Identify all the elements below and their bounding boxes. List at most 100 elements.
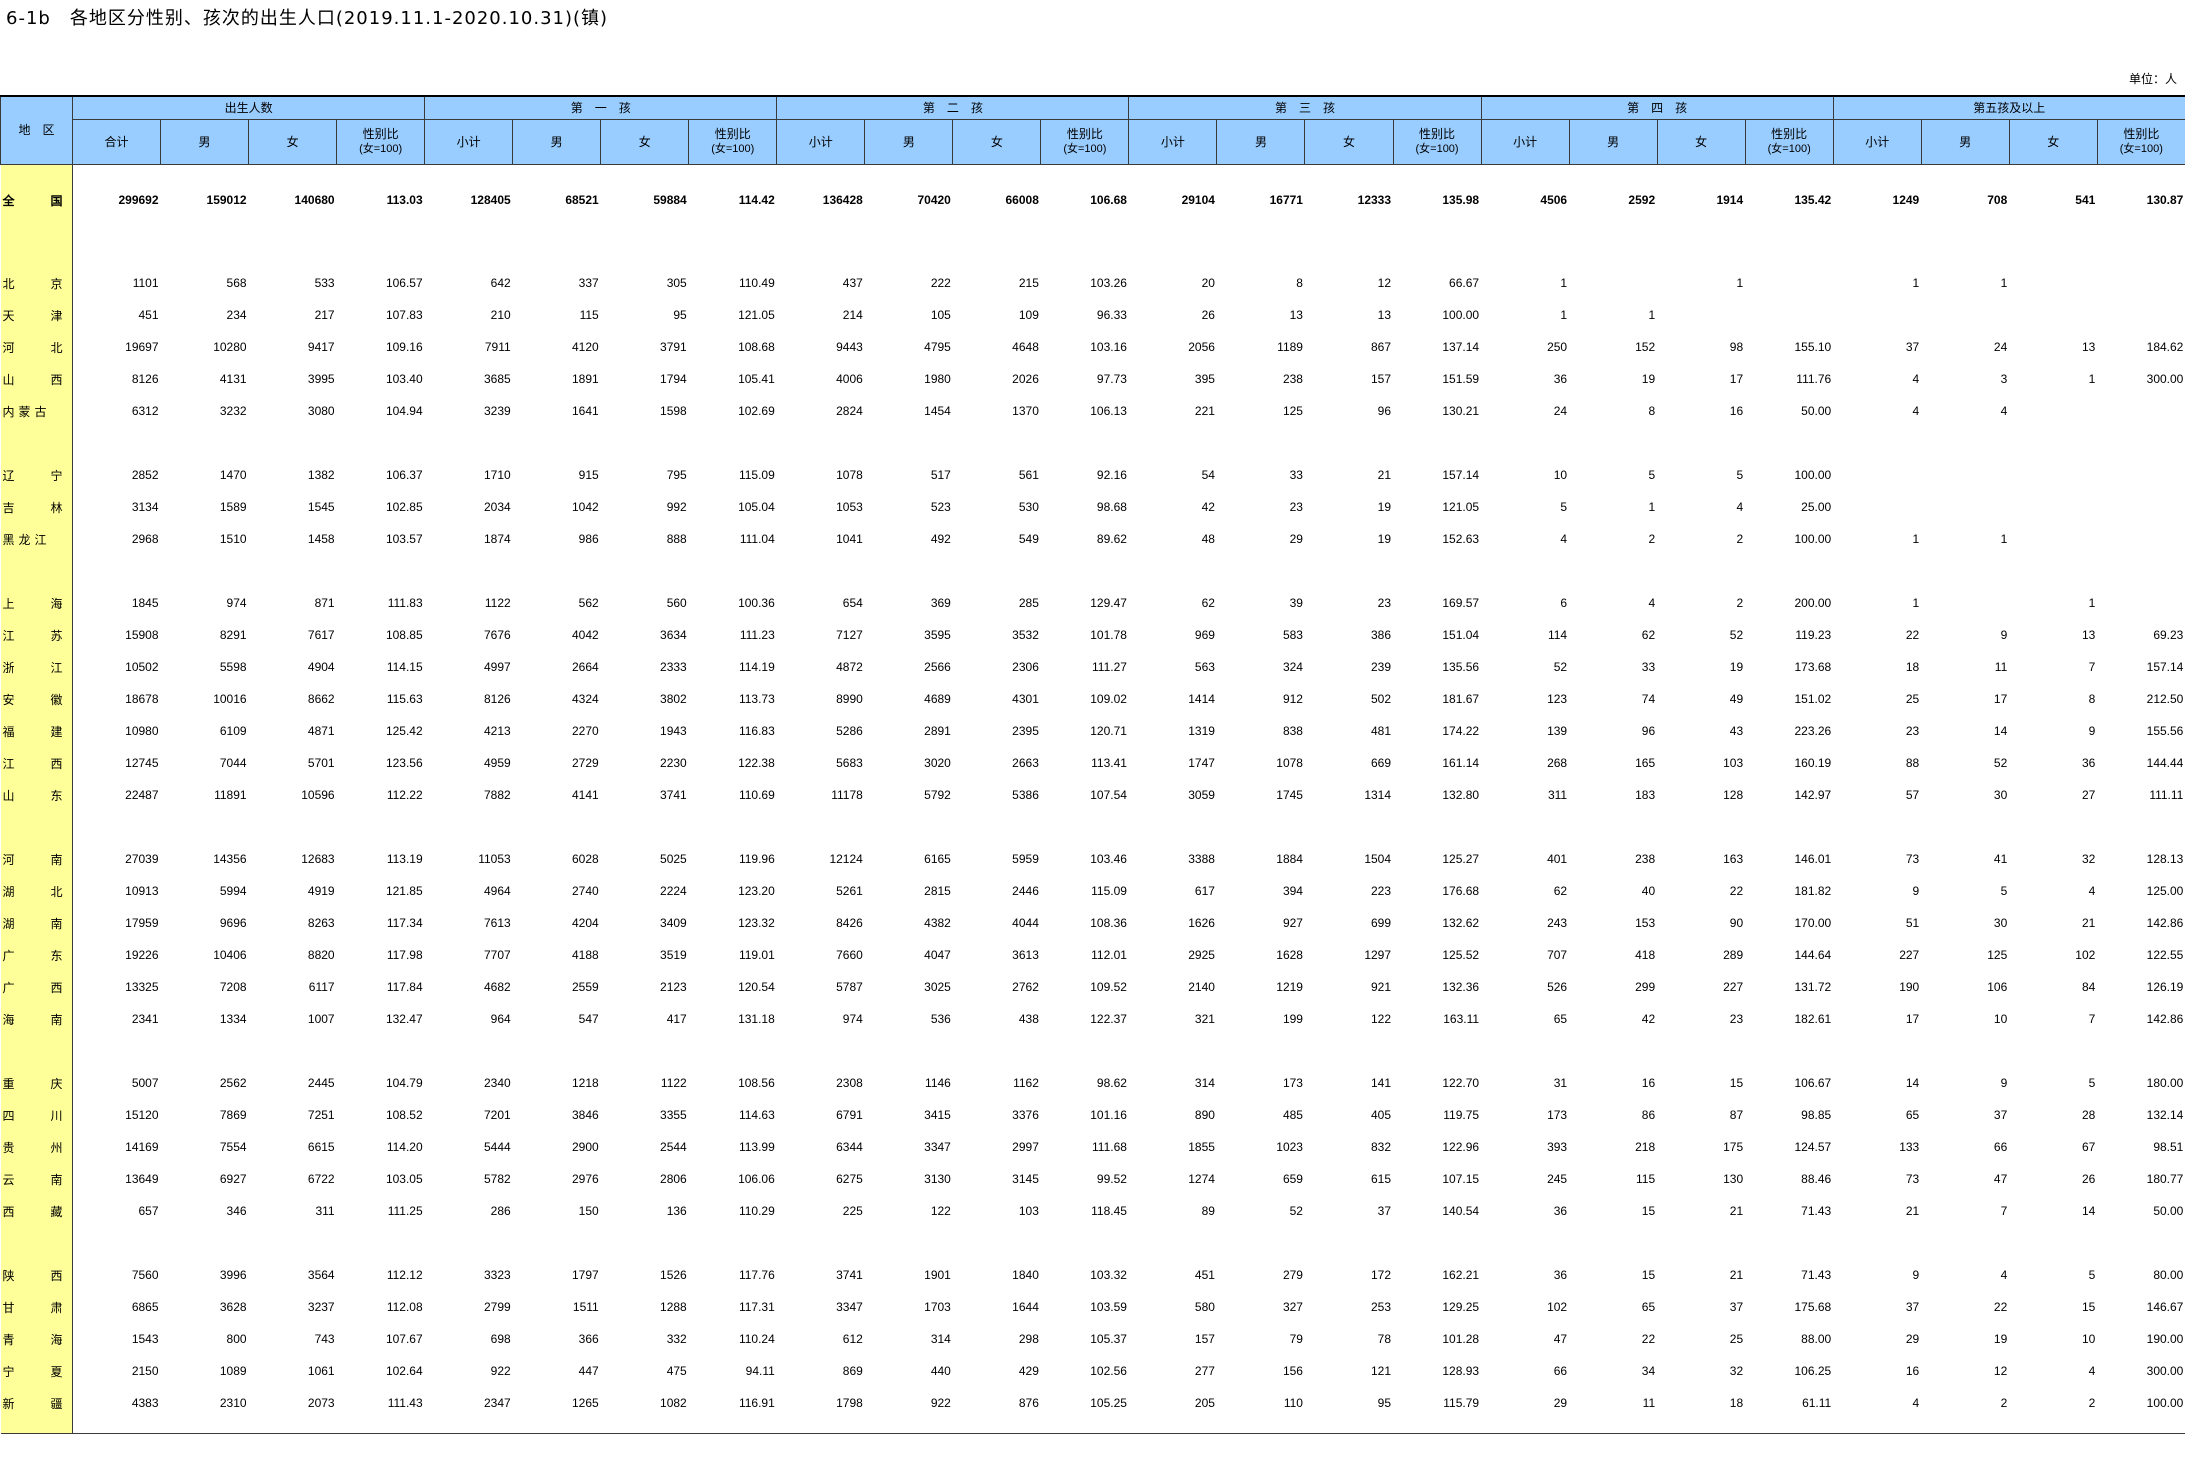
- table-cell: 1641: [572, 404, 599, 418]
- table-cell: 163.11: [1443, 1012, 1480, 1026]
- table-cell: 1710: [483, 468, 511, 482]
- table-cell: 48: [1201, 532, 1215, 546]
- table-cell: 15: [1641, 1204, 1656, 1218]
- table-cell: 126.19: [2146, 980, 2184, 994]
- table-cell: 888: [666, 532, 687, 546]
- table-cell: 28: [2081, 1108, 2096, 1122]
- table-cell: 523: [930, 500, 951, 514]
- table-cell: 1458: [307, 532, 335, 546]
- table-cell: 921: [1370, 980, 1392, 994]
- table-cell: 969: [1194, 628, 1215, 642]
- table-cell: 160.19: [1794, 756, 1832, 770]
- table-cell: 100.00: [1794, 532, 1832, 546]
- table-cell: 108.36: [1090, 916, 1127, 930]
- table-cell: 4301: [1012, 692, 1039, 706]
- table-cell: 142.97: [1794, 788, 1832, 802]
- sex-ratio-note: (女=100): [2119, 143, 2163, 155]
- table-cell: 6791: [836, 1108, 863, 1122]
- table-cell: 125: [1282, 404, 1303, 418]
- table-cell: 128405: [470, 193, 511, 207]
- table-cell: 59884: [653, 193, 687, 207]
- table-cell: 115.09: [738, 468, 775, 482]
- group-header: 第 三 孩: [1128, 95, 1482, 120]
- region-name: 江 西: [0, 747, 73, 779]
- table-cell: 95: [1377, 1396, 1392, 1410]
- table-cell: 8820: [307, 948, 335, 962]
- table-cell: 1628: [1276, 948, 1303, 962]
- table-cell: 612: [842, 1332, 863, 1346]
- table-cell: 238: [1635, 852, 1656, 866]
- table-cell: 708: [1987, 193, 2008, 207]
- table-cell: 1007: [307, 1012, 335, 1026]
- table-cell: 80.00: [2153, 1268, 2184, 1282]
- table-cell: 103.57: [385, 532, 423, 546]
- table-cell: 314: [1194, 1076, 1215, 1090]
- row-spacer: [72, 1419, 2185, 1434]
- table-cell: 5994: [219, 884, 247, 898]
- table-cell: 1: [1560, 276, 1568, 290]
- table-cell: 151.04: [1442, 628, 1480, 642]
- table-cell: 10016: [213, 692, 247, 706]
- table-cell: 22: [1905, 628, 1920, 642]
- table-cell: 502: [1370, 692, 1392, 706]
- table-cell: 324: [1282, 660, 1303, 674]
- table-cell: 5286: [836, 724, 863, 738]
- table-cell: 560: [666, 596, 687, 610]
- table-cell: [2009, 459, 2097, 491]
- table-cell: 122.96: [1442, 1140, 1480, 1154]
- table-cell: 10502: [125, 660, 159, 674]
- table-cell: 135.56: [1442, 660, 1480, 674]
- table-row: 山 东 22487 11891 10596 112.22 7882 4141 3741 110.…: [0, 779, 2185, 811]
- table-cell: 9: [1912, 1268, 1920, 1282]
- table-cell: 88.46: [1801, 1172, 1832, 1186]
- table-cell: 485: [1282, 1108, 1303, 1122]
- table-cell: 311: [1547, 788, 1568, 802]
- table-cell: 2340: [483, 1076, 511, 1090]
- table-cell: 4682: [483, 980, 511, 994]
- table-cell: 117.84: [386, 980, 423, 994]
- table-cell: 108.68: [738, 340, 775, 354]
- table-cell: 3347: [836, 1300, 863, 1314]
- table-cell: 121.05: [1442, 500, 1480, 514]
- table-cell: 180.00: [2146, 1076, 2184, 1090]
- table-cell: 114.42: [738, 193, 775, 207]
- table-cell: 9417: [307, 340, 335, 354]
- sex-ratio-note: (女=100): [1063, 143, 1107, 155]
- table-cell: 103: [1018, 1204, 1039, 1218]
- table-row: 青 海 1543 800 743 107.67 698 366 332 110.24 612 314…: [0, 1323, 2185, 1355]
- table-cell: 108.52: [385, 1108, 423, 1122]
- table-cell: 964: [490, 1012, 511, 1026]
- table-cell: 169.57: [1442, 596, 1480, 610]
- table-cell: 102.56: [1090, 1364, 1127, 1378]
- table-cell: 107.15: [1442, 1172, 1480, 1186]
- table-cell: 68521: [565, 193, 599, 207]
- table-cell: 125.00: [2146, 884, 2184, 898]
- table-cell: 61.11: [1802, 1396, 1832, 1410]
- region-name: 黑龙江: [0, 523, 73, 555]
- table-cell: 7044: [219, 756, 247, 770]
- table-cell: 15: [1641, 1268, 1656, 1282]
- table-cell: 113.41: [1091, 756, 1127, 770]
- table-cell: 103.05: [385, 1172, 423, 1186]
- sex-ratio-note: (女=100): [711, 143, 755, 155]
- table-cell: 3355: [660, 1108, 687, 1122]
- table-cell: 6722: [307, 1172, 335, 1186]
- table-cell: 2762: [1012, 980, 1039, 994]
- group-header: 第 一 孩: [424, 95, 778, 120]
- table-cell: 4042: [572, 628, 599, 642]
- table-cell: 90: [1729, 916, 1744, 930]
- table-cell: 16: [1641, 1076, 1656, 1090]
- table-cell: 36: [1553, 1204, 1568, 1218]
- table-cell: 1745: [1276, 788, 1303, 802]
- table-cell: 14: [2081, 1204, 2096, 1218]
- table-cell: 1: [1560, 308, 1568, 322]
- table-cell: 36: [1553, 1268, 1568, 1282]
- table-cell: 5: [2088, 1076, 2096, 1090]
- region-name: 西 藏: [0, 1195, 73, 1227]
- table-cell: 1891: [572, 372, 599, 386]
- table-cell: 122.55: [2146, 948, 2184, 962]
- table-cell: [1657, 299, 1745, 331]
- table-cell: 31: [1553, 1076, 1568, 1090]
- table-cell: 4213: [483, 724, 511, 738]
- table-cell: 974: [842, 1012, 863, 1026]
